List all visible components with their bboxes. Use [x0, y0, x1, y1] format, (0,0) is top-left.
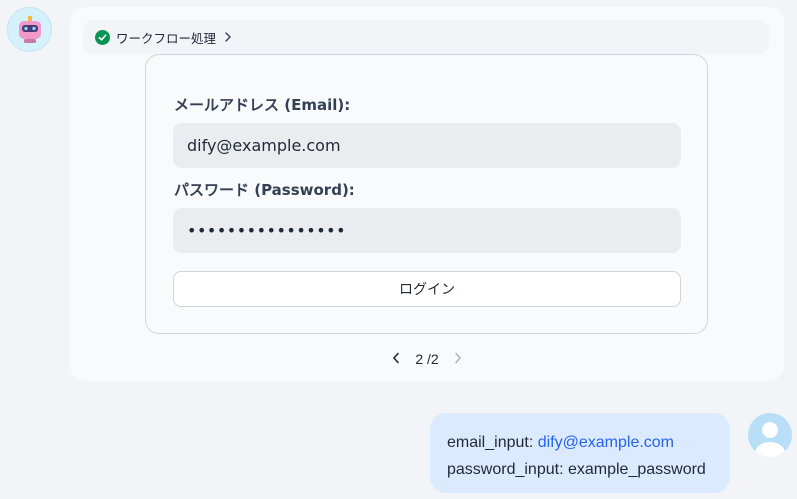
- email-field[interactable]: dify@example.com: [173, 123, 681, 168]
- workflow-label: ワークフロー処理: [116, 30, 217, 46]
- bot-avatar: [7, 7, 52, 52]
- password-value: ••••••••••••••••: [187, 221, 346, 240]
- user-message: email_input: dify@example.com password_i…: [430, 413, 730, 493]
- user-icon: [755, 422, 785, 457]
- chevron-right-icon: [224, 32, 232, 42]
- password-field[interactable]: ••••••••••••••••: [173, 208, 681, 253]
- chevron-right-icon[interactable]: [454, 351, 462, 367]
- login-form: メールアドレス (Email): dify@example.com パスワード …: [145, 54, 708, 334]
- check-circle-icon: [95, 29, 110, 45]
- email-key: email_input:: [447, 434, 538, 451]
- page-total: /2: [427, 351, 439, 367]
- user-email-line: email_input: dify@example.com: [447, 429, 730, 456]
- login-button[interactable]: ログイン: [173, 271, 681, 307]
- user-password-line: password_input: example_password: [447, 461, 706, 478]
- email-label: メールアドレス (Email):: [174, 96, 351, 114]
- user-avatar: [748, 413, 792, 457]
- password-label: パスワード (Password):: [174, 181, 355, 199]
- chevron-left-icon[interactable]: [392, 351, 400, 367]
- page-indicator: 2 /2: [415, 351, 438, 367]
- workflow-status-toggle[interactable]: ワークフロー処理: [83, 20, 769, 54]
- chat-view: ワークフロー処理 メールアドレス (Email): dify@example.c…: [0, 0, 797, 499]
- email-value: dify@example.com: [187, 136, 341, 155]
- robot-icon: [18, 15, 41, 43]
- pagination: 2 /2: [392, 349, 462, 369]
- page-current: 2: [415, 351, 424, 367]
- assistant-message: ワークフロー処理 メールアドレス (Email): dify@example.c…: [70, 7, 784, 381]
- email-link[interactable]: dify@example.com: [538, 434, 674, 451]
